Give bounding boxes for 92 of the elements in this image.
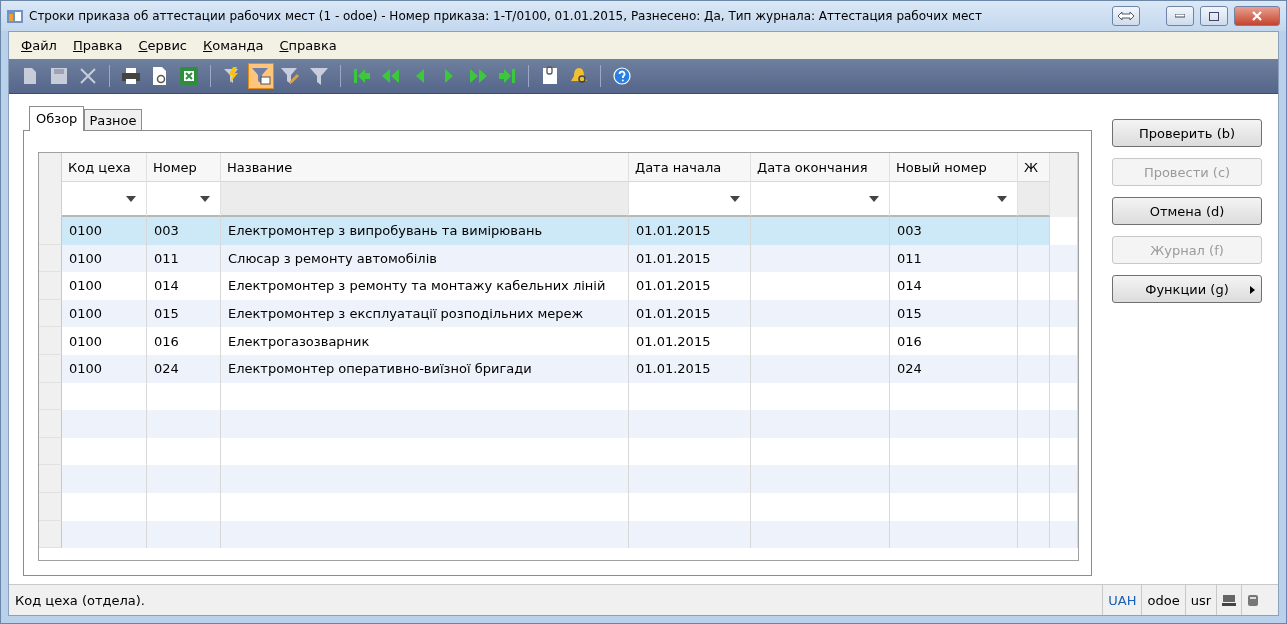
tab[interactable]: Разное bbox=[84, 109, 142, 131]
menu-item[interactable]: Команда bbox=[197, 38, 270, 53]
table-cell bbox=[1050, 299, 1078, 328]
table-cell bbox=[1018, 520, 1050, 549]
computer-icon bbox=[1222, 594, 1236, 606]
database-icon bbox=[1247, 593, 1259, 607]
row-header[interactable] bbox=[39, 437, 62, 466]
column-header[interactable]: Номер bbox=[147, 153, 221, 182]
dropdown-arrow-icon[interactable] bbox=[126, 195, 136, 202]
submenu-arrow-icon bbox=[1250, 286, 1255, 294]
dropdown-arrow-icon[interactable] bbox=[200, 195, 210, 202]
row-header[interactable] bbox=[39, 410, 62, 438]
row-header[interactable] bbox=[39, 244, 62, 273]
filter-field[interactable] bbox=[147, 182, 221, 217]
action-button[interactable]: Функции (g) bbox=[1112, 275, 1262, 303]
maximize-button[interactable] bbox=[1200, 6, 1228, 26]
table-cell: 024 bbox=[147, 354, 221, 383]
dropdown-arrow-icon[interactable] bbox=[730, 195, 740, 202]
restore-arrows-icon[interactable] bbox=[1112, 6, 1140, 26]
filter-field[interactable] bbox=[751, 182, 890, 217]
column-header[interactable]: Новый номер bbox=[890, 153, 1018, 182]
filter-field[interactable] bbox=[890, 182, 1018, 217]
row-header[interactable] bbox=[39, 520, 62, 549]
minimize-icon bbox=[1175, 14, 1185, 18]
row-header[interactable] bbox=[39, 382, 62, 411]
menu-item[interactable]: Справка bbox=[273, 38, 343, 53]
tab[interactable]: Обзор bbox=[29, 106, 85, 131]
table-cell: 003 bbox=[147, 217, 221, 245]
column-header[interactable]: Название bbox=[221, 153, 629, 182]
table-cell: 0100 bbox=[62, 299, 147, 328]
row-header[interactable] bbox=[39, 492, 62, 521]
column-header[interactable]: Дата окончания bbox=[751, 153, 890, 182]
table-cell: 01.01.2015 bbox=[629, 299, 751, 328]
table-cell: 0100 bbox=[62, 244, 147, 273]
dropdown-arrow-icon[interactable] bbox=[997, 195, 1007, 202]
table-cell bbox=[1018, 354, 1050, 383]
table-cell: 015 bbox=[890, 299, 1018, 328]
table-cell bbox=[1018, 465, 1050, 493]
status-field: usr bbox=[1184, 585, 1216, 615]
minimize-button[interactable] bbox=[1166, 6, 1194, 26]
filter-grid-icon[interactable] bbox=[248, 63, 274, 89]
column-header[interactable]: Код цеха bbox=[62, 153, 147, 182]
menu-item[interactable]: Правка bbox=[66, 38, 129, 53]
header-filler bbox=[1050, 182, 1078, 217]
dropdown-arrow-icon[interactable] bbox=[869, 195, 879, 202]
column-header[interactable]: Дата начала bbox=[629, 153, 751, 182]
table-cell: 01.01.2015 bbox=[629, 354, 751, 383]
table-cell: Електромонтер з випробувань та вимірювань bbox=[221, 217, 629, 245]
window-title: Строки приказа об аттестации рабочих мест (1 - odoe) - Номер приказа: 1-Т/0100, 01.01.2015, Разнесено: Да, Тип журнала: Аттестация рабочих мест bbox=[29, 9, 983, 23]
table-cell: 024 bbox=[890, 354, 1018, 383]
table-cell: 01.01.2015 bbox=[629, 217, 751, 245]
table-cell bbox=[1018, 299, 1050, 328]
table-cell: 015 bbox=[147, 299, 221, 328]
filter-field[interactable] bbox=[629, 182, 751, 217]
column-header[interactable]: Ж bbox=[1018, 153, 1050, 182]
table-cell bbox=[1050, 244, 1078, 273]
close-button[interactable] bbox=[1234, 6, 1280, 26]
row-header[interactable] bbox=[39, 465, 62, 493]
row-header[interactable] bbox=[39, 299, 62, 328]
table-cell bbox=[1018, 217, 1050, 245]
status-field: UAH bbox=[1102, 585, 1142, 615]
table-cell: 011 bbox=[890, 244, 1018, 273]
action-button[interactable]: Отмена (d) bbox=[1112, 197, 1262, 225]
menu-item[interactable]: Файл bbox=[15, 38, 63, 53]
table-cell bbox=[1050, 354, 1078, 383]
table-cell: Електромонтер оперативно-виїзної бригади bbox=[221, 354, 629, 383]
table-cell: 0100 bbox=[62, 217, 147, 245]
maximize-icon bbox=[1209, 11, 1219, 21]
close-icon bbox=[1252, 11, 1262, 21]
status-text: Код цеха (отдела). bbox=[14, 592, 146, 608]
table-cell: Електромонтер з експлуатації розподільних мереж bbox=[221, 299, 629, 328]
table-cell bbox=[1050, 465, 1078, 493]
table-cell bbox=[1050, 520, 1078, 549]
status-field: odoe bbox=[1141, 585, 1185, 615]
table-cell: 011 bbox=[147, 244, 221, 273]
table-cell: Слюсар з ремонту автомобілів bbox=[221, 244, 629, 273]
table-cell bbox=[1018, 410, 1050, 438]
table-cell: 003 bbox=[890, 217, 1018, 245]
filter-field[interactable] bbox=[62, 182, 147, 217]
table-cell: 01.01.2015 bbox=[629, 244, 751, 273]
row-header[interactable] bbox=[39, 327, 62, 355]
table-cell: 0100 bbox=[62, 354, 147, 383]
row-header[interactable] bbox=[39, 354, 62, 383]
row-header[interactable] bbox=[39, 217, 62, 245]
action-button[interactable]: Проверить (b) bbox=[1112, 119, 1262, 147]
table-cell bbox=[1050, 410, 1078, 438]
grid-corner bbox=[39, 153, 62, 182]
app-icon bbox=[7, 8, 23, 24]
menu-item[interactable]: Сервис bbox=[132, 38, 193, 53]
table-cell bbox=[1018, 244, 1050, 273]
header-filler bbox=[1050, 153, 1078, 182]
row-header[interactable] bbox=[39, 272, 62, 300]
